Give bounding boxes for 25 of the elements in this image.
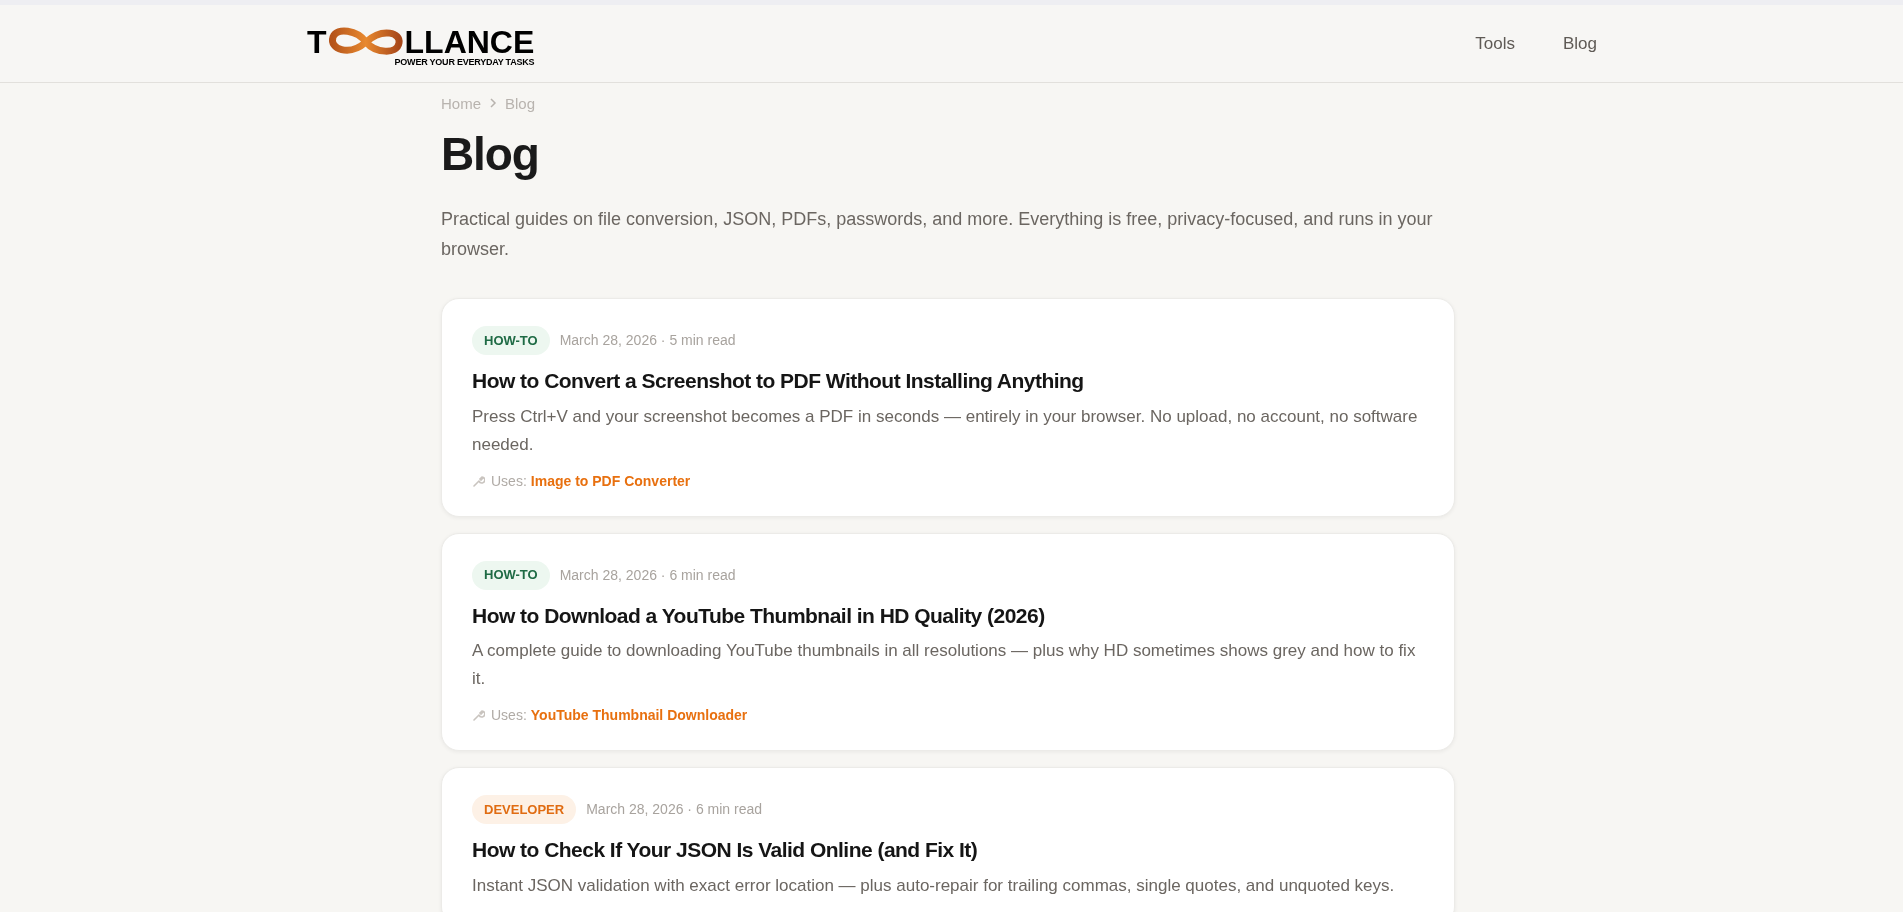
post-summary: A complete guide to downloading YouTube thumbnails in all resolutions — plus why HD sometimes shows grey and how to fix it. [472, 640, 1417, 690]
page-description: Practical guides on file conversion, JSON, PDFs, passwords, and more. Everything is free, privacy-focused, and runs in your browser. [441, 208, 1434, 261]
wrench-icon [472, 709, 485, 722]
category-badge: HOW-TO [472, 326, 550, 355]
logo-tagline: POWER YOUR EVERYDAY TASKS [394, 56, 535, 70]
uses-label: Uses: [491, 471, 527, 491]
post-date: March 28, 2026 · 6 min read [559, 565, 736, 585]
nav-link[interactable]: Blog [1562, 30, 1597, 57]
post-title[interactable]: How to Check If Your JSON Is Valid Online (and Fix It) [472, 834, 1424, 866]
wrench-icon [472, 474, 485, 488]
logo-text: T [307, 26, 327, 59]
post-date: March 28, 2026 · 5 min read [559, 331, 736, 350]
uses-label: Uses: [491, 706, 527, 725]
post-title[interactable]: How to Convert a Screenshot to PDF Without Installing Anything [472, 365, 1424, 397]
post-summary: Press Ctrl+V and your screenshot becomes a PDF in seconds — entirely in your browser. No upload, no account, no software needed. [472, 405, 1419, 456]
category-badge: DEVELOPER [472, 795, 577, 824]
post-card[interactable] [441, 767, 1455, 912]
post-card[interactable] [441, 298, 1455, 517]
post-title[interactable]: How to Download a YouTube Thumbnail in HD Quality (2026) [472, 599, 1424, 631]
post-card[interactable] [441, 532, 1455, 751]
category-badge: HOW-TO [472, 560, 550, 590]
post-date: March 28, 2026 · 6 min read [586, 800, 763, 819]
post-summary: Instant JSON validation with exact error location — plus auto-repair for trailing commas, single quotes, and unquoted keys. [472, 874, 1396, 897]
nav-link[interactable]: Tools [1475, 30, 1515, 57]
logo-text: LLANCE [404, 26, 535, 59]
